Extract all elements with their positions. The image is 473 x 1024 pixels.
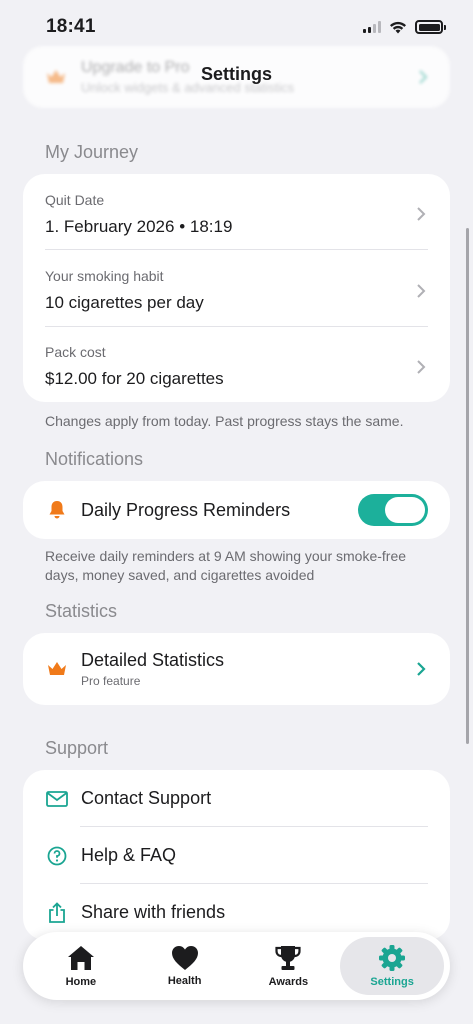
journey-card: Quit Date 1. February 2026 • 18:19 Your … — [23, 174, 450, 402]
smoking-habit-value: 10 cigarettes per day — [45, 293, 204, 312]
battery-icon — [415, 20, 446, 34]
tab-bar: Home Health Awards Settings — [23, 932, 450, 1000]
page-title: Settings — [200, 64, 272, 84]
quit-date-label: Quit Date — [45, 191, 105, 208]
wifi-icon — [390, 21, 406, 33]
share-friends-label: Share with friends — [81, 902, 226, 922]
bell-icon — [45, 498, 69, 522]
journey-footnote: Changes apply from today. Past progress … — [45, 413, 404, 429]
smoking-habit-label: Your smoking habit — [45, 268, 164, 284]
section-header-notifications: Notifications — [45, 449, 144, 469]
crown-icon — [45, 657, 69, 681]
trophy-icon — [275, 946, 301, 970]
pack-cost-label: Pack cost — [45, 344, 106, 360]
chevron-right-icon — [417, 359, 426, 374]
tab-awards-label: Awards — [268, 976, 309, 988]
smoking-habit-row[interactable]: Your smoking habit 10 cigarettes per day — [23, 250, 450, 327]
notifications-card: Daily Progress Reminders — [23, 481, 450, 539]
cellular-signal-icon — [363, 21, 381, 33]
detailed-statistics-label: Detailed Statistics — [81, 650, 225, 670]
tab-settings[interactable]: Settings — [340, 937, 444, 995]
section-header-statistics: Statistics — [45, 601, 118, 621]
share-icon — [45, 901, 69, 925]
tab-health-label: Health — [167, 975, 202, 987]
tab-home-label: Home — [65, 976, 97, 988]
section-header-journey: My Journey — [45, 142, 139, 162]
notifications-footnote: Receive daily reminders at 9 AM showing … — [45, 548, 407, 583]
quit-date-value: 1. February 2026 • 18:19 — [45, 216, 233, 236]
envelope-icon — [45, 787, 69, 811]
quit-date-row[interactable]: Quit Date 1. February 2026 • 18:19 — [23, 174, 450, 250]
detailed-statistics-row[interactable]: Detailed Statistics Pro feature — [23, 633, 450, 705]
status-time: 18:41 — [46, 16, 96, 37]
gear-icon — [379, 945, 406, 971]
question-icon — [45, 844, 69, 868]
tab-home[interactable]: Home — [29, 937, 133, 995]
pack-cost-value: $12.00 for 20 cigarettes — [45, 369, 224, 388]
tab-awards[interactable]: Awards — [237, 937, 341, 995]
pack-cost-row[interactable]: Pack cost $12.00 for 20 cigarettes — [23, 327, 450, 402]
chevron-right-icon — [417, 662, 426, 676]
house-icon — [67, 946, 94, 970]
daily-reminders-toggle[interactable] — [358, 494, 428, 526]
contact-support-row[interactable]: Contact Support — [23, 770, 450, 827]
status-icons — [363, 20, 446, 34]
tab-settings-label: Settings — [370, 976, 414, 988]
chevron-right-icon — [417, 283, 426, 298]
help-faq-row[interactable]: Help & FAQ — [23, 827, 450, 884]
daily-reminders-label: Daily Progress Reminders — [81, 499, 291, 520]
chevron-right-icon — [417, 207, 426, 221]
contact-support-label: Contact Support — [81, 788, 212, 808]
daily-reminders-row: Daily Progress Reminders — [23, 481, 450, 539]
status-bar: 18:41 — [0, 0, 473, 54]
tab-health[interactable]: Health — [133, 937, 237, 995]
scrollbar[interactable] — [466, 228, 469, 744]
help-faq-label: Help & FAQ — [81, 845, 177, 865]
support-card: Contact Support Help & FAQ Share with fr… — [23, 770, 450, 940]
section-header-support: Support — [45, 738, 109, 758]
statistics-card: Detailed Statistics Pro feature — [23, 633, 450, 705]
pro-feature-label: Pro feature — [81, 674, 141, 688]
heart-icon — [171, 946, 198, 970]
